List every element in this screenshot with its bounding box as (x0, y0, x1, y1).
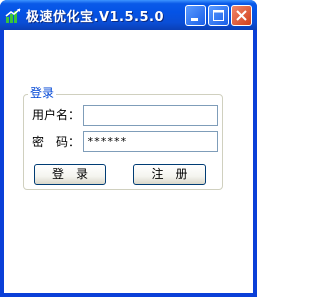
maximize-button[interactable] (208, 5, 229, 26)
window-title: 极速优化宝.V1.5.5.0 (26, 10, 164, 25)
login-group-title: 登录 (28, 86, 57, 101)
login-button[interactable]: 登 录 (34, 164, 106, 185)
close-button[interactable] (231, 5, 252, 26)
app-window: 极速优化宝.V1.5.5.0 登录 用户名： 密 码： ****** 登 录 注… (0, 0, 257, 297)
app-chart-icon (5, 8, 21, 24)
minimize-icon (191, 18, 198, 21)
window-bottom-border (0, 293, 257, 297)
minimize-button[interactable] (185, 5, 206, 26)
register-button[interactable]: 注 册 (133, 164, 206, 185)
username-label: 用户名： (32, 108, 81, 122)
title-bar[interactable]: 极速优化宝.V1.5.5.0 (0, 0, 257, 30)
username-field[interactable] (83, 105, 218, 126)
password-field[interactable]: ****** (83, 131, 218, 152)
password-label: 密 码： (32, 135, 81, 149)
close-icon (236, 10, 247, 21)
maximize-icon (213, 10, 224, 21)
